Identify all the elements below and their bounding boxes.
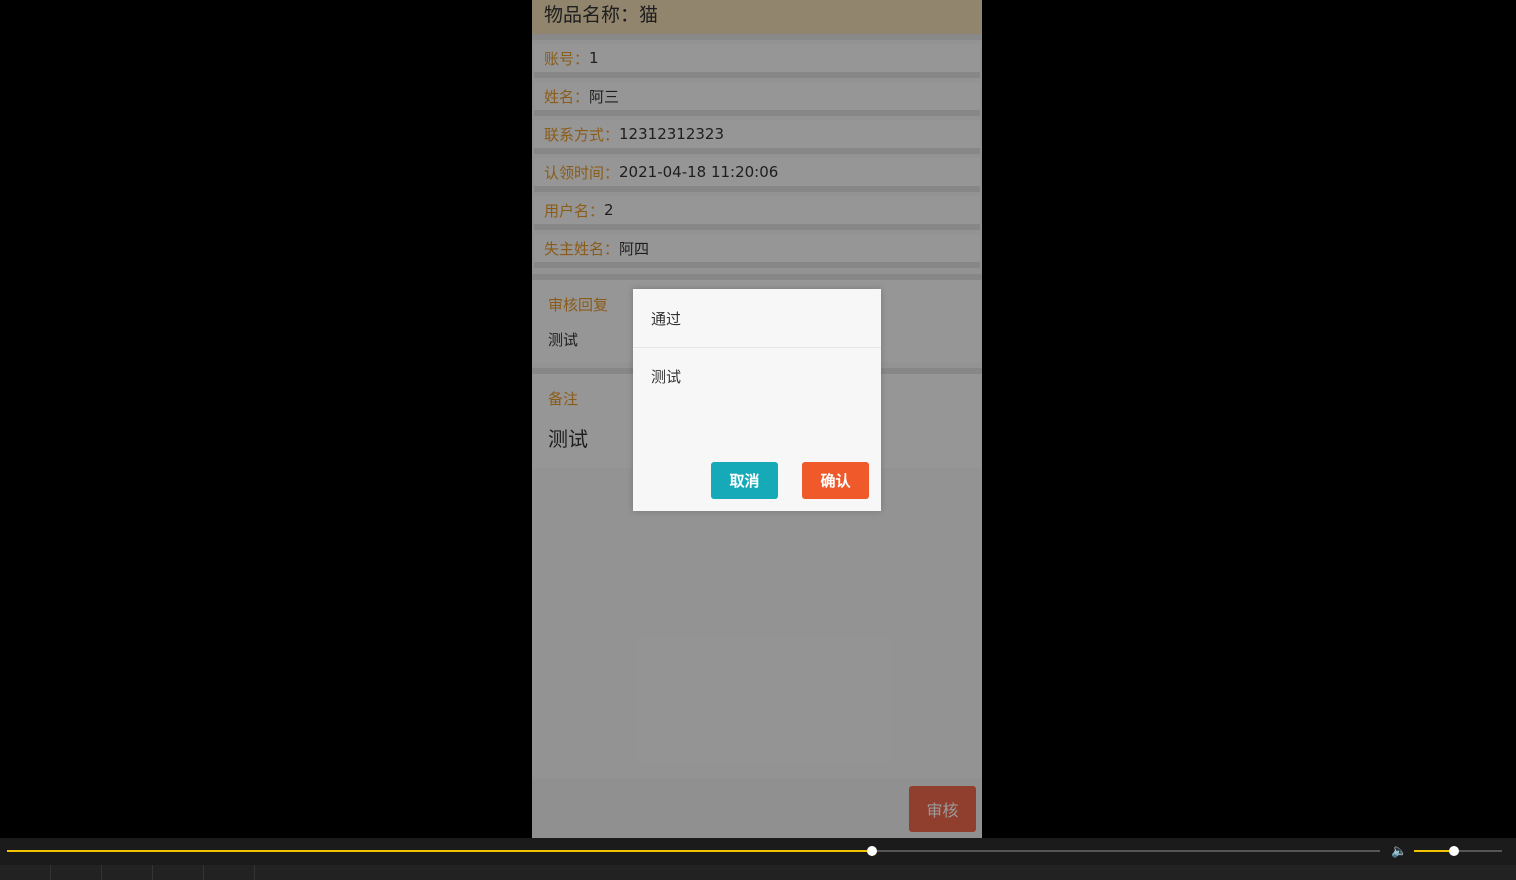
volume-slider[interactable]: [1414, 846, 1502, 856]
seek-progress: [7, 850, 872, 852]
seek-bar[interactable]: [7, 846, 1380, 856]
player-tab[interactable]: [51, 865, 102, 880]
confirm-dialog: 通过 测试 取消 确认: [633, 289, 881, 511]
dialog-title: 通过: [633, 289, 881, 348]
player-tab[interactable]: [153, 865, 204, 880]
cancel-button[interactable]: 取消: [711, 462, 778, 499]
player-tab[interactable]: [204, 865, 255, 880]
volume-handle[interactable]: [1448, 846, 1459, 856]
dialog-message: 测试: [651, 368, 682, 386]
player-tab[interactable]: [102, 865, 153, 880]
volume-level: [1414, 850, 1454, 852]
player-tab-strip: [0, 865, 1516, 880]
dialog-actions: 取消 确认: [711, 462, 869, 499]
confirm-button[interactable]: 确认: [802, 462, 869, 499]
player-tab[interactable]: [0, 865, 51, 880]
seek-handle[interactable]: [866, 846, 877, 856]
speaker-icon[interactable]: 🔈: [1391, 844, 1407, 859]
media-player-bar: 🔈: [0, 838, 1516, 880]
